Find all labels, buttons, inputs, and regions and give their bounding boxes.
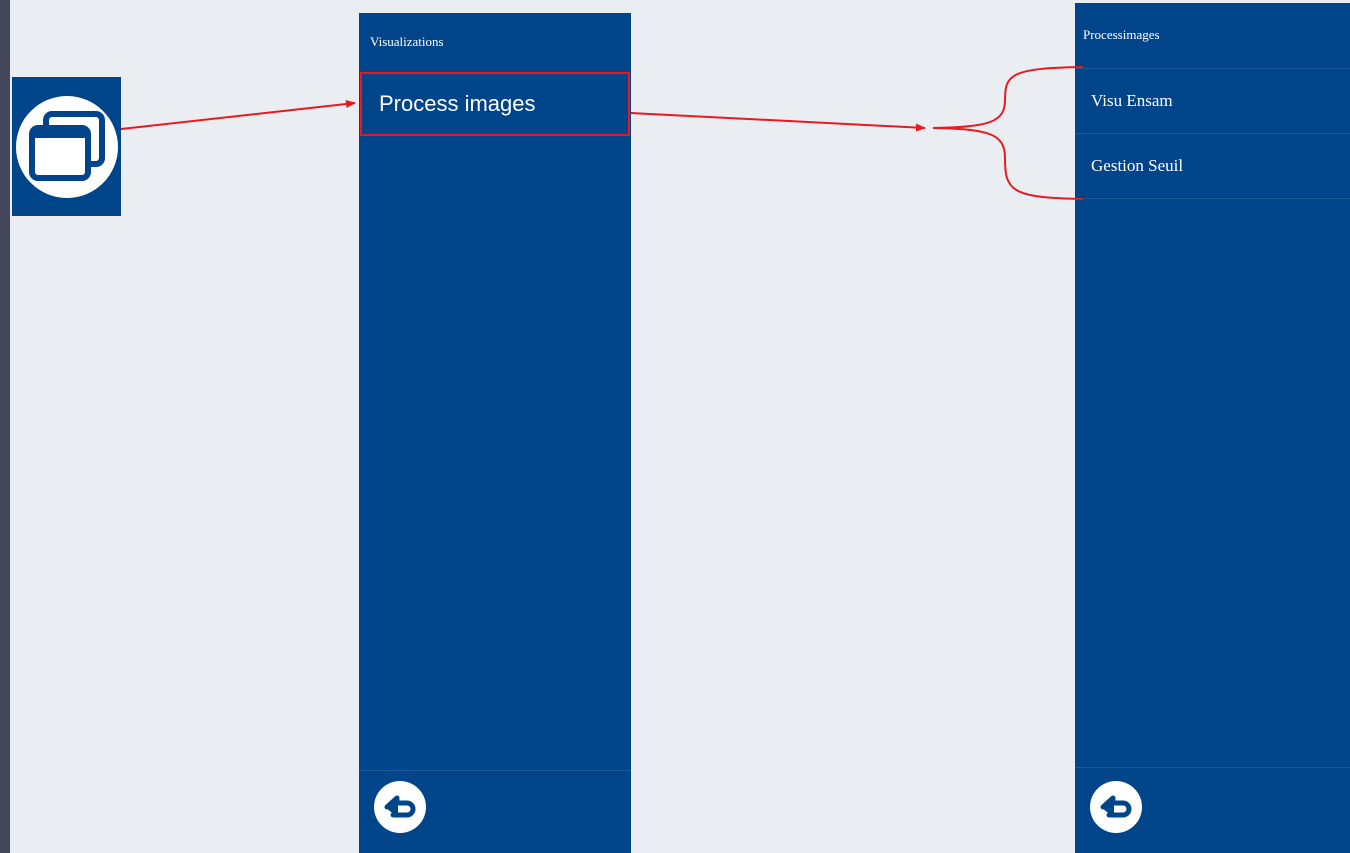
arrow-panel-to-submenu	[630, 112, 926, 132]
menu-item-process-images[interactable]: Process images	[360, 72, 630, 136]
menu-item-visu-ensam[interactable]: Visu Ensam	[1075, 69, 1350, 133]
back-arrow-icon	[1100, 795, 1132, 818]
app-icon-circle	[15, 95, 118, 198]
menu-item-label: Visu Ensam	[1091, 91, 1173, 110]
footer-divider	[1075, 767, 1350, 768]
arrow-icon-to-panel	[120, 100, 356, 130]
menu-item-label: Process images	[379, 91, 536, 116]
footer-divider	[359, 770, 631, 771]
back-arrow-icon	[384, 795, 416, 818]
back-button[interactable]	[1090, 781, 1142, 833]
brace-connector	[932, 66, 1084, 200]
visualizations-app-tile[interactable]	[12, 77, 121, 216]
windows-stack-icon	[28, 110, 105, 181]
flow-diagram: Visualizations Process images Processima…	[0, 0, 1350, 853]
back-button[interactable]	[374, 781, 426, 833]
menu-item-gestion-seuil[interactable]: Gestion Seuil	[1075, 134, 1350, 198]
menu-item-label: Gestion Seuil	[1091, 156, 1184, 175]
panel-title: Visualizations	[370, 34, 444, 49]
processimages-panel: Processimages Visu Ensam Gestion Seuil	[1075, 3, 1350, 853]
left-edge-strip	[0, 0, 10, 853]
visualizations-panel: Visualizations Process images	[359, 13, 631, 853]
item-divider	[1075, 198, 1350, 199]
panel-title: Processimages	[1083, 27, 1160, 42]
